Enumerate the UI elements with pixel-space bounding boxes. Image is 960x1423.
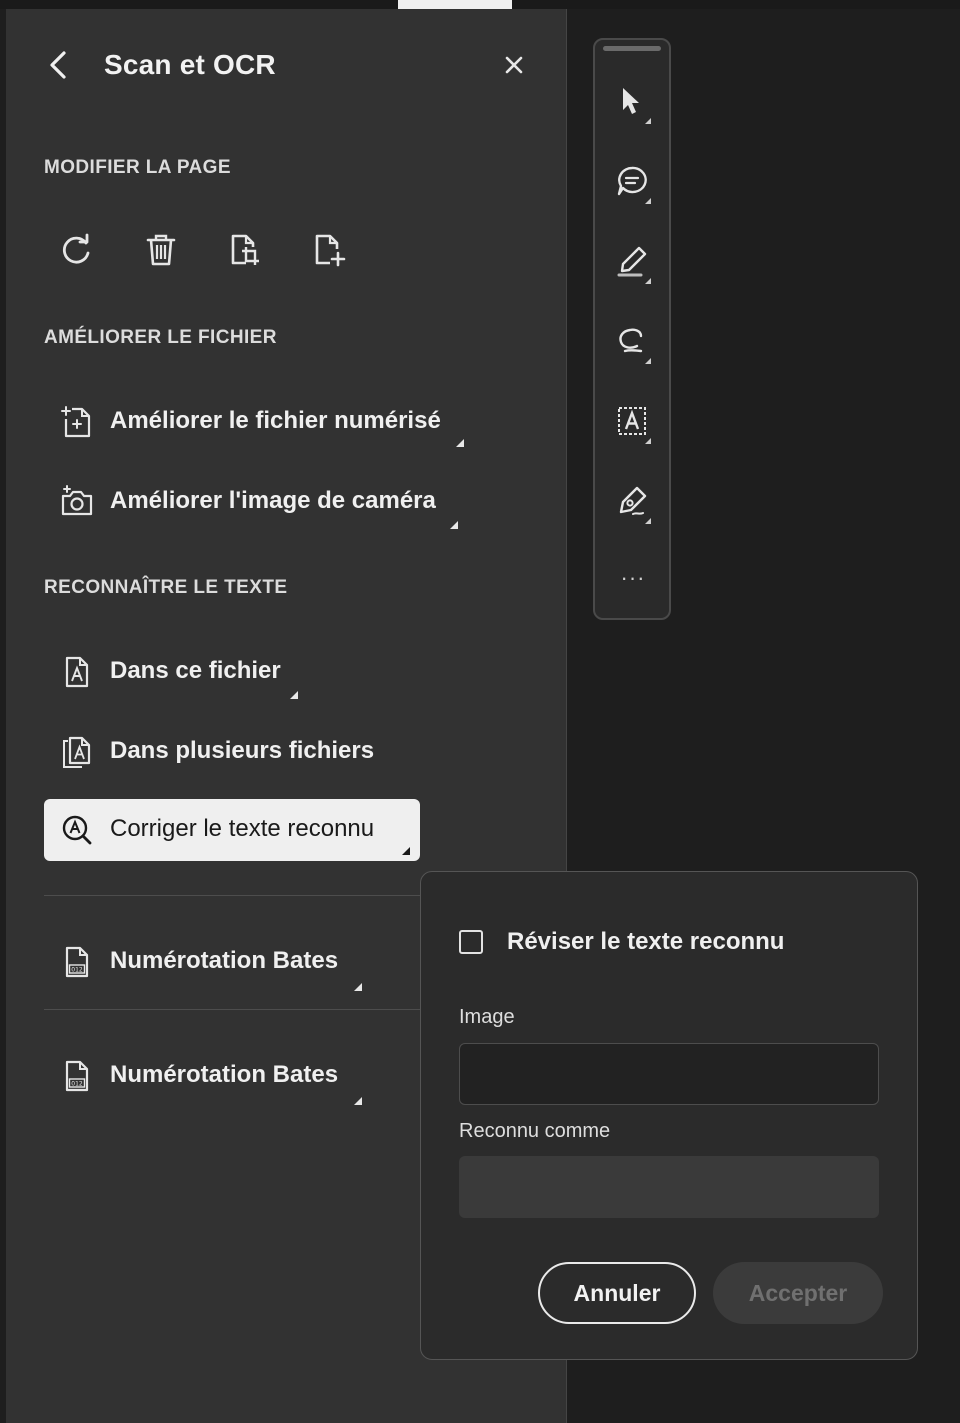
- correct-text-popover: Réviser le texte reconnu Image Reconnu c…: [420, 871, 918, 1360]
- submenu-corner-icon: [645, 518, 651, 524]
- submenu-corner-icon: [645, 118, 651, 124]
- ocr-multiple-files-label: Dans plusieurs fichiers: [110, 737, 375, 764]
- trash-icon: [146, 234, 176, 266]
- bates-icon: 012: [65, 946, 89, 978]
- submenu-corner-icon: [645, 358, 651, 364]
- sign-tool-button[interactable]: [609, 476, 657, 530]
- ocr-multiple-files-icon: [63, 736, 91, 768]
- bates-icon: 012: [65, 1060, 89, 1092]
- highlight-tool-button[interactable]: [609, 236, 657, 290]
- svg-text:012: 012: [71, 1081, 83, 1088]
- crop-page-icon: [231, 234, 259, 265]
- enhance-scan-icon: [61, 406, 91, 438]
- submenu-corner-icon: [456, 439, 464, 447]
- insert-page-button[interactable]: [306, 227, 352, 273]
- top-strip: [0, 0, 960, 9]
- section-modify-page: MODIFIER LA PAGE: [44, 157, 231, 178]
- accept-button[interactable]: Accepter: [713, 1262, 883, 1324]
- bates-numbering-label: Numérotation Bates: [110, 947, 339, 974]
- correct-recognized-text-label: Corriger le texte reconnu: [110, 815, 375, 842]
- divider: [44, 1009, 424, 1010]
- divider: [44, 895, 424, 896]
- enhance-camera-label: Améliorer l'image de caméra: [110, 487, 436, 514]
- review-recognized-text-label: Réviser le texte reconnu: [507, 928, 785, 955]
- close-button[interactable]: [500, 51, 528, 79]
- toolbar-drag-handle[interactable]: [603, 46, 661, 51]
- bates-numbering-label: Numérotation Bates: [110, 1061, 339, 1088]
- ocr-file-icon: [65, 656, 89, 688]
- submenu-corner-icon: [354, 983, 362, 991]
- enhance-scan-button[interactable]: Améliorer le fichier numérisé: [44, 391, 474, 453]
- image-preview-field: [459, 1043, 879, 1105]
- submenu-corner-icon: [402, 847, 410, 855]
- submenu-corner-icon: [645, 438, 651, 444]
- comment-icon: [617, 166, 647, 196]
- recognized-as-label: Reconnu comme: [459, 1120, 611, 1142]
- more-tools-button[interactable]: ···: [609, 567, 657, 596]
- crop-page-button[interactable]: [222, 227, 268, 273]
- delete-page-button[interactable]: [138, 227, 184, 273]
- recognized-as-input[interactable]: [459, 1156, 879, 1218]
- comment-tool-button[interactable]: [609, 156, 657, 210]
- select-tool-button[interactable]: [609, 76, 657, 130]
- top-tab-indicator: [398, 0, 512, 9]
- ocr-multiple-files-button[interactable]: Dans plusieurs fichiers: [44, 721, 384, 783]
- rotate-page-button[interactable]: [54, 227, 100, 273]
- submenu-corner-icon: [645, 198, 651, 204]
- ocr-this-file-label: Dans ce fichier: [110, 657, 281, 684]
- section-enhance-file: AMÉLIORER LE FICHIER: [44, 327, 277, 348]
- signature-icon: [619, 486, 647, 515]
- back-button[interactable]: [42, 47, 78, 83]
- image-field-label: Image: [459, 1006, 515, 1028]
- enhance-camera-button[interactable]: Améliorer l'image de caméra: [44, 471, 474, 533]
- enhance-camera-icon: [61, 485, 93, 516]
- ocr-this-file-button[interactable]: Dans ce fichier: [44, 641, 304, 703]
- bates-numbering-button[interactable]: 012 Numérotation Bates: [44, 931, 374, 993]
- select-cursor-icon: [623, 88, 639, 114]
- review-recognized-text-checkbox[interactable]: [459, 930, 483, 954]
- submenu-corner-icon: [354, 1097, 362, 1105]
- cancel-button[interactable]: Annuler: [538, 1262, 696, 1324]
- enhance-scan-label: Améliorer le fichier numérisé: [110, 407, 441, 434]
- submenu-corner-icon: [450, 521, 458, 529]
- svg-text:012: 012: [71, 967, 83, 974]
- review-recognized-text-checkbox-row[interactable]: Réviser le texte reconnu: [459, 928, 784, 956]
- panel-title: Scan et OCR: [104, 49, 276, 80]
- quick-tools-toolbar: ···: [593, 38, 671, 620]
- correct-recognized-text-button[interactable]: Corriger le texte reconnu: [44, 799, 420, 861]
- lasso-draw-icon: [619, 328, 643, 353]
- text-recognition-icon: [618, 407, 646, 435]
- submenu-corner-icon: [290, 691, 298, 699]
- bates-numbering-button[interactable]: 012 Numérotation Bates: [44, 1045, 374, 1107]
- close-icon: [505, 56, 523, 74]
- highlighter-icon: [617, 246, 647, 277]
- draw-tool-button[interactable]: [609, 316, 657, 370]
- rotate-icon: [62, 233, 90, 264]
- section-recognize-text: RECONNAÎTRE LE TEXTE: [44, 577, 288, 598]
- chevron-left-icon: [50, 51, 66, 79]
- submenu-corner-icon: [645, 278, 651, 284]
- text-recognition-tool-button[interactable]: [609, 396, 657, 450]
- panel-header: Scan et OCR: [6, 9, 567, 119]
- insert-page-icon: [315, 234, 346, 267]
- ocr-correct-icon: [62, 815, 92, 845]
